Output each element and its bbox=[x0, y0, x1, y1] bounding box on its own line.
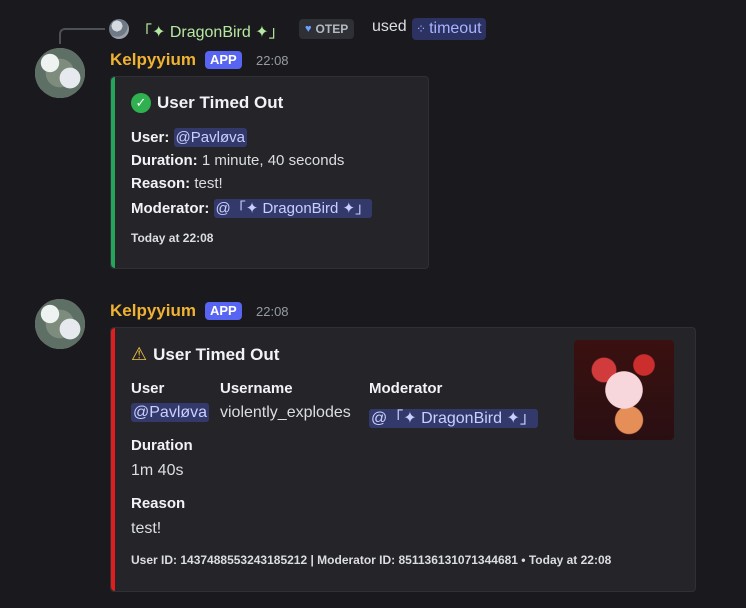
line-label: Duration: bbox=[131, 152, 198, 169]
message-username[interactable]: Kelpyyium bbox=[110, 301, 196, 321]
line-value: 1 minute, 40 seconds bbox=[201, 152, 345, 169]
warning-icon: ⚠ bbox=[131, 344, 148, 364]
field-value-user: @Pavløva bbox=[131, 403, 210, 422]
user-mention[interactable]: @Pavløva bbox=[131, 403, 210, 422]
field-value-username: violently_explodes bbox=[220, 404, 351, 421]
check-icon: ✓ bbox=[131, 93, 151, 113]
embed-footer: User ID: 1437488553243185212 | Moderator… bbox=[131, 553, 612, 567]
user-mention[interactable]: @Pavløva bbox=[173, 128, 247, 147]
heart-icon: ♥ bbox=[305, 23, 312, 35]
moderator-mention[interactable]: @「✦ DragonBird ✦」 bbox=[213, 199, 373, 218]
field-value-reason: test! bbox=[131, 520, 162, 537]
slash-command-icon: ⁘ bbox=[416, 22, 427, 36]
field-name-moderator: Moderator bbox=[369, 380, 443, 397]
embed-footer: Today at 22:08 bbox=[131, 231, 214, 245]
message-timestamp[interactable]: 22:08 bbox=[256, 304, 289, 319]
embed-color-stripe bbox=[111, 328, 115, 591]
app-badge: APP bbox=[205, 51, 242, 69]
embed-thumbnail[interactable] bbox=[574, 340, 674, 440]
embed-line-user: User: @Pavløva bbox=[131, 128, 247, 147]
avatar[interactable] bbox=[35, 299, 85, 349]
line-label: User: bbox=[131, 129, 170, 146]
command-name: timeout bbox=[429, 20, 482, 37]
line-value: test! bbox=[194, 175, 223, 192]
line-label: Moderator: bbox=[131, 200, 210, 217]
field-name-user: User bbox=[131, 380, 165, 397]
reply-connector bbox=[59, 28, 105, 44]
embed-line-duration: Duration: 1 minute, 40 seconds bbox=[131, 152, 344, 169]
guild-tag-label: OTEP bbox=[315, 22, 349, 36]
embed-line-moderator: Moderator: @「✦ DragonBird ✦」 bbox=[131, 197, 373, 218]
message-username[interactable]: Kelpyyium bbox=[110, 50, 196, 70]
field-name-reason: Reason bbox=[131, 495, 186, 512]
embed-color-stripe bbox=[111, 77, 115, 268]
guild-tag[interactable]: ♥ OTEP bbox=[299, 19, 355, 39]
embed-title: ✓ User Timed Out bbox=[131, 93, 283, 113]
field-value-moderator: @「✦ DragonBird ✦」 bbox=[369, 404, 538, 428]
field-name-username: Username bbox=[220, 380, 293, 397]
line-label: Reason: bbox=[131, 175, 191, 192]
message-timestamp[interactable]: 22:08 bbox=[256, 53, 289, 68]
app-badge: APP bbox=[205, 302, 242, 320]
embed-title-text: User Timed Out bbox=[157, 93, 284, 112]
command-mention[interactable]: ⁘ timeout bbox=[412, 18, 486, 40]
field-value-duration: 1m 40s bbox=[131, 462, 184, 479]
field-name-duration: Duration bbox=[131, 437, 193, 454]
moderator-mention[interactable]: @「✦ DragonBird ✦」 bbox=[369, 409, 538, 428]
embed-line-reason: Reason: test! bbox=[131, 175, 223, 192]
reply-username[interactable]: 「✦ DragonBird ✦」 bbox=[136, 18, 285, 42]
embed-title-text: User Timed Out bbox=[153, 344, 280, 364]
used-text: used bbox=[372, 18, 407, 35]
embed-card: ✓ User Timed Out User: @Pavløva Duration… bbox=[110, 76, 429, 269]
embed-title: ⚠ User Timed Out bbox=[131, 344, 279, 365]
reply-avatar[interactable] bbox=[109, 19, 129, 39]
avatar[interactable] bbox=[35, 48, 85, 98]
